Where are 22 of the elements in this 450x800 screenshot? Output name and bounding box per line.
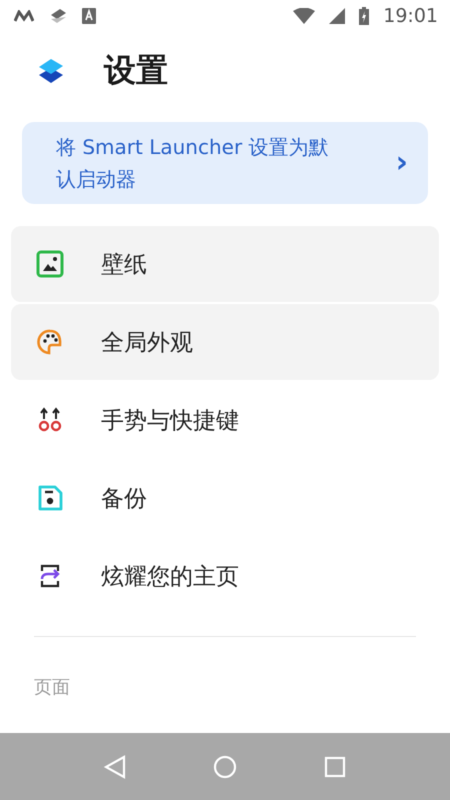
recents-button[interactable] <box>324 756 346 778</box>
notification-icon <box>14 10 34 22</box>
text-icon <box>82 8 96 24</box>
settings-item[interactable]: 备份 <box>11 460 439 536</box>
settings-item[interactable]: 壁纸 <box>11 226 439 302</box>
page-title: 设置 <box>104 50 168 91</box>
settings-item[interactable]: 全局外观 <box>11 304 439 380</box>
image-icon <box>36 250 64 278</box>
chevron-icon: › <box>396 148 408 178</box>
battery-icon <box>359 7 370 25</box>
palette-icon <box>36 328 64 356</box>
signal-icon <box>329 8 346 24</box>
gestures-icon <box>36 406 64 434</box>
back-button[interactable] <box>104 754 126 778</box>
settings-item[interactable]: 手势与快捷键 <box>11 382 439 458</box>
clock: 19:01 <box>383 5 438 27</box>
settings-item[interactable]: 炫耀您的主页 <box>11 538 439 614</box>
home-button[interactable] <box>212 754 237 778</box>
wifi-icon <box>293 8 316 24</box>
section-header: 页面 <box>34 677 70 698</box>
save-icon <box>36 484 64 512</box>
default-launcher-banner[interactable]: 将 Smart Launcher 设置为默认启动器 › <box>22 122 428 204</box>
